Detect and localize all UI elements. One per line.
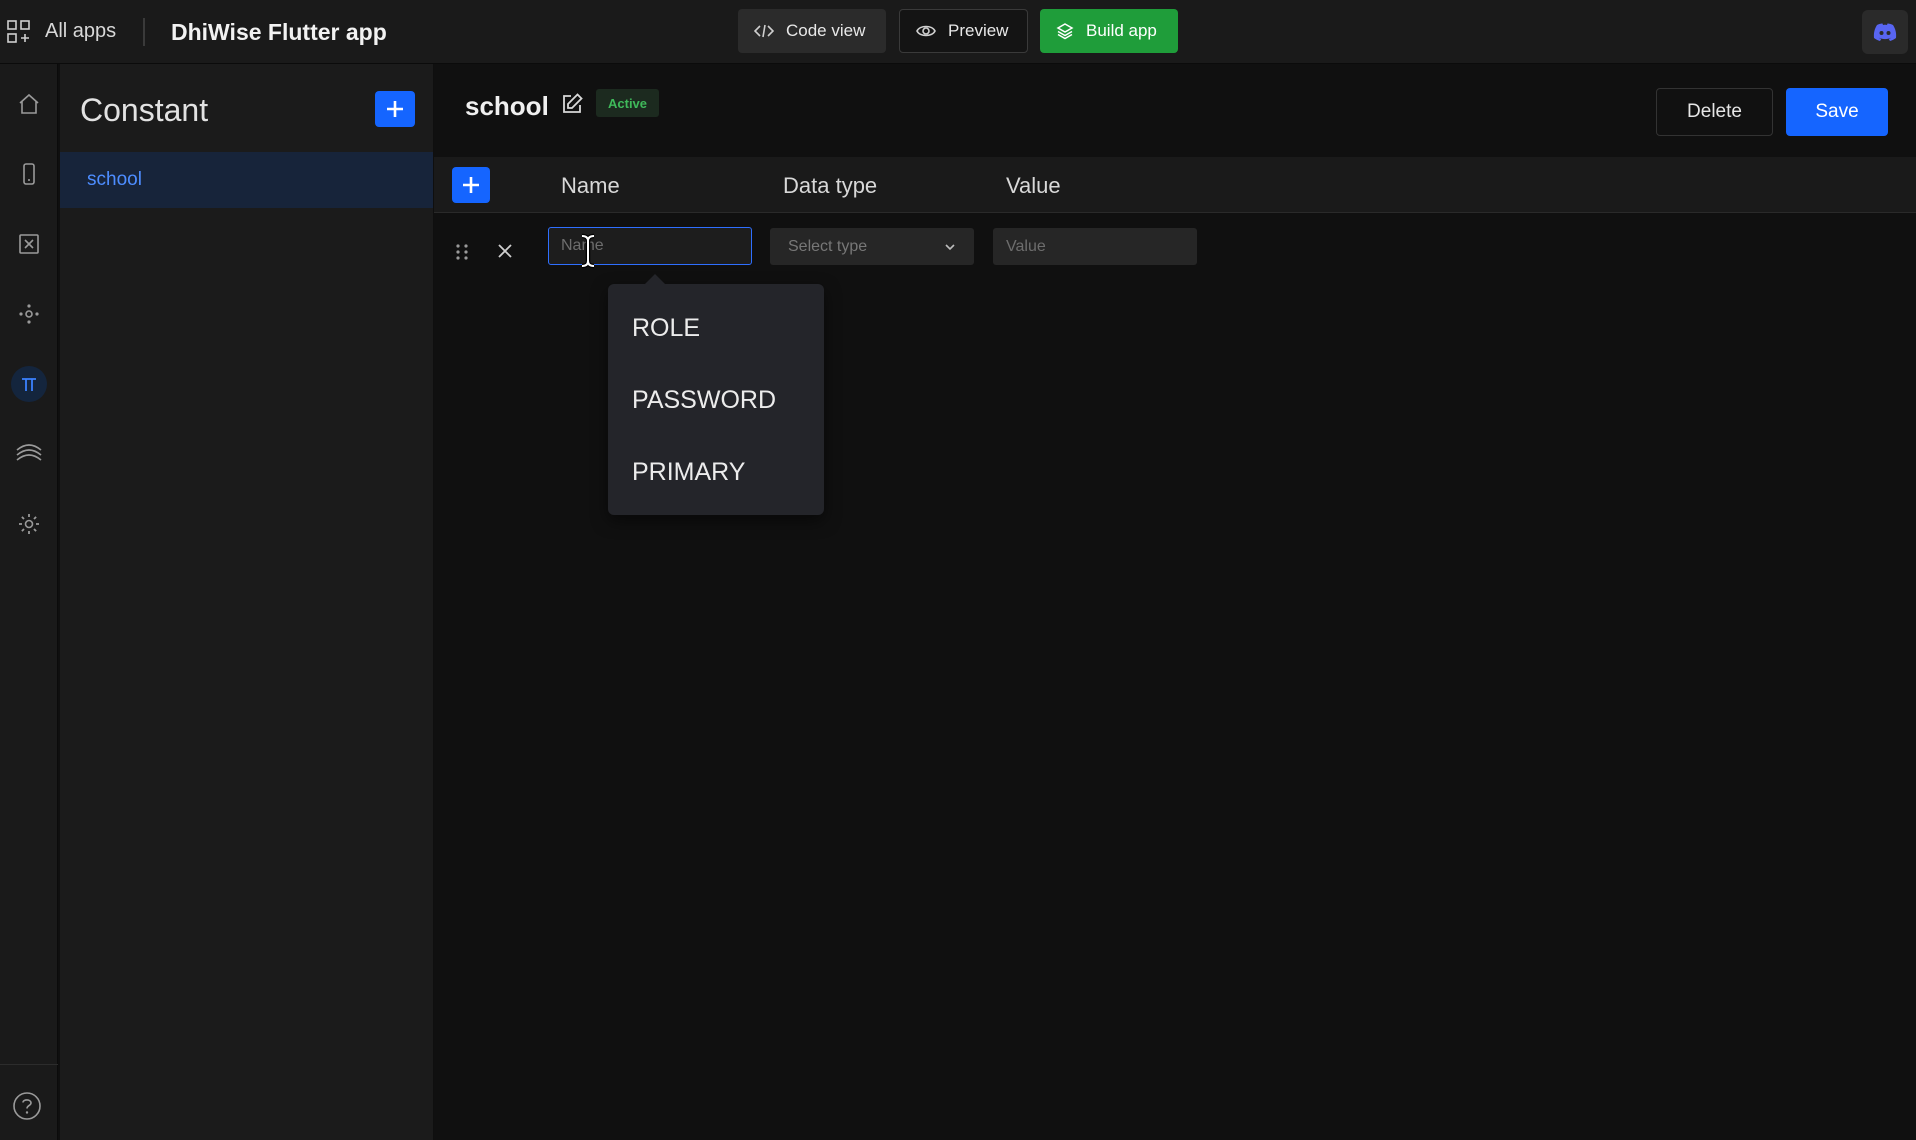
build-app-label: Build app bbox=[1086, 21, 1157, 40]
constant-group-label: school bbox=[87, 169, 142, 190]
chevron-down-icon bbox=[945, 243, 955, 250]
constant-value-input[interactable] bbox=[993, 228, 1197, 265]
rail-layers[interactable] bbox=[11, 436, 47, 472]
excel-icon bbox=[19, 234, 39, 254]
mobile-screen-icon bbox=[23, 163, 35, 185]
column-header-name: Name bbox=[561, 173, 620, 198]
help-icon[interactable] bbox=[11, 1090, 43, 1122]
data-type-select[interactable]: Select type bbox=[770, 228, 974, 265]
delete-button[interactable]: Delete bbox=[1656, 88, 1773, 136]
rail-settings[interactable] bbox=[11, 506, 47, 542]
drag-handle-icon[interactable] bbox=[454, 242, 470, 262]
gear-icon bbox=[19, 514, 39, 534]
code-view-label: Code view bbox=[786, 21, 866, 40]
app-title: DhiWise Flutter app bbox=[171, 19, 387, 45]
preview-label: Preview bbox=[948, 21, 1009, 40]
save-button[interactable]: Save bbox=[1786, 88, 1888, 136]
all-apps-link[interactable]: All apps bbox=[45, 20, 116, 43]
name-suggestions-dropdown: ROLE PASSWORD PRIMARY bbox=[608, 274, 824, 515]
rail-divider bbox=[0, 1064, 58, 1065]
data-type-placeholder: Select type bbox=[788, 237, 868, 255]
add-row-button[interactable] bbox=[452, 167, 490, 203]
constants-panel: Constant school bbox=[60, 64, 433, 1140]
discord-icon bbox=[1873, 23, 1897, 41]
suggestion-item[interactable]: PRIMARY bbox=[632, 458, 745, 487]
text-cursor-icon bbox=[581, 233, 595, 269]
left-rail bbox=[0, 64, 58, 1140]
layers-stack-icon bbox=[1056, 23, 1074, 40]
home-icon bbox=[19, 93, 39, 114]
top-bar: All apps DhiWise Flutter app Code view P… bbox=[0, 0, 1916, 64]
main-content: school Active Delete Save Name Data type… bbox=[434, 64, 1916, 1140]
rail-excel[interactable] bbox=[11, 226, 47, 262]
table-header: Name Data type Value bbox=[434, 157, 1916, 213]
constant-pi-icon bbox=[22, 378, 36, 391]
suggestion-item[interactable]: ROLE bbox=[632, 314, 700, 343]
eye-icon bbox=[916, 25, 936, 37]
integration-hub-icon bbox=[19, 304, 39, 324]
discord-button[interactable] bbox=[1862, 10, 1908, 54]
status-badge: Active bbox=[596, 89, 660, 117]
layers-icon bbox=[16, 444, 42, 461]
constant-group-item[interactable]: school bbox=[60, 152, 433, 208]
group-name: school bbox=[465, 91, 549, 121]
rail-integrations[interactable] bbox=[11, 296, 47, 332]
apps-grid-icon[interactable] bbox=[6, 19, 32, 45]
add-constant-group-button[interactable] bbox=[375, 91, 415, 127]
code-view-button[interactable]: Code view bbox=[738, 9, 886, 53]
preview-button[interactable]: Preview bbox=[899, 9, 1028, 53]
remove-row-icon[interactable] bbox=[494, 240, 516, 262]
column-header-value: Value bbox=[1006, 173, 1061, 198]
dropdown-arrow bbox=[644, 274, 666, 285]
column-header-data-type: Data type bbox=[783, 173, 878, 198]
rail-constants[interactable] bbox=[11, 366, 47, 402]
edit-icon[interactable] bbox=[560, 92, 584, 116]
panel-title: Constant bbox=[80, 92, 209, 128]
suggestion-item[interactable]: PASSWORD bbox=[632, 386, 776, 415]
divider bbox=[143, 18, 145, 46]
plus-icon bbox=[463, 177, 479, 193]
code-icon bbox=[754, 24, 774, 38]
rail-home[interactable] bbox=[11, 86, 47, 122]
plus-icon bbox=[387, 101, 403, 117]
rail-screens[interactable] bbox=[11, 156, 47, 192]
build-app-button[interactable]: Build app bbox=[1040, 9, 1178, 53]
